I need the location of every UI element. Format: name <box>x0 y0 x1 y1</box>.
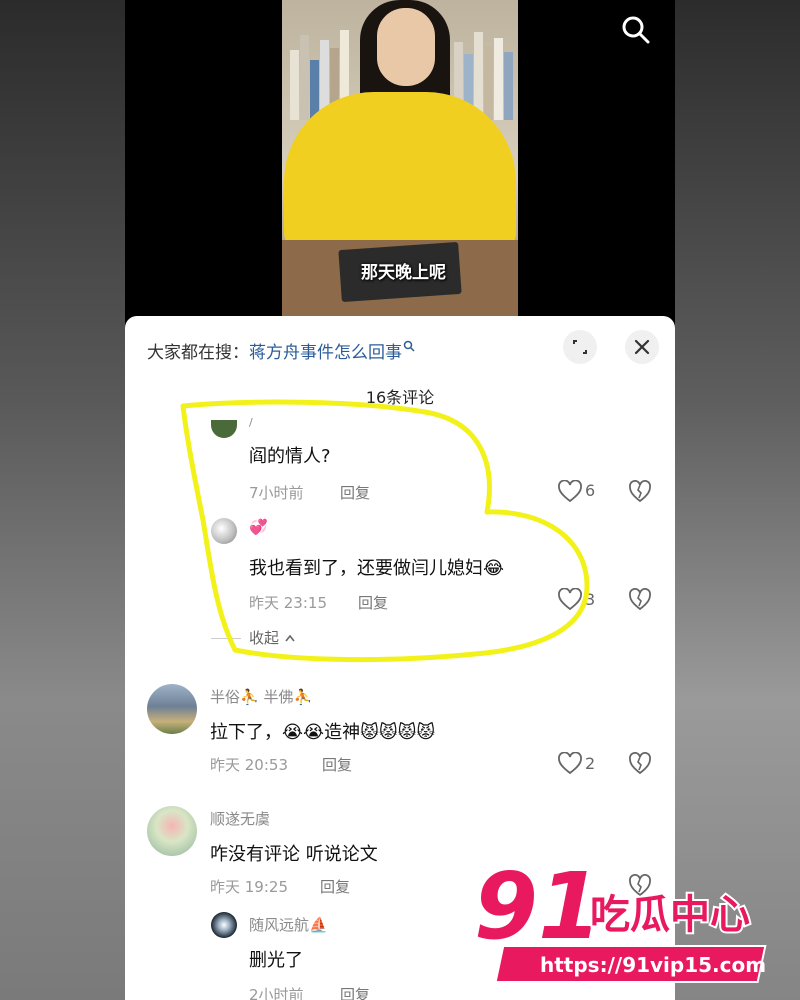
comment-time: 7小时前 <box>249 484 304 502</box>
reply-button[interactable]: 回复 <box>320 876 350 897</box>
search-button[interactable] <box>620 14 652 46</box>
close-button[interactable] <box>625 330 659 364</box>
phone-screen: 那天晚上呢 大家都在搜：蒋方舟事件怎么回事 16条评论 / 阎的情人? 7小时前… <box>125 0 675 1000</box>
collapse-replies-button[interactable]: 收起 <box>249 627 296 648</box>
like-count: 2 <box>585 754 596 773</box>
avatar[interactable] <box>211 518 237 544</box>
search-icon <box>622 16 650 44</box>
comment-author[interactable]: 半俗⛹ 半佛⛹ <box>210 686 312 707</box>
watermark-brand: 吃瓜中心 <box>590 892 750 938</box>
comment-time: 2小时前 <box>249 986 304 1000</box>
broken-heart-icon[interactable] <box>628 588 652 612</box>
heart-icon[interactable] <box>557 480 583 504</box>
reply-button[interactable]: 回复 <box>322 754 352 775</box>
trending-search-bar[interactable]: 大家都在搜：蒋方舟事件怎么回事 <box>147 338 415 363</box>
expand-icon <box>573 340 587 354</box>
chevron-up-icon <box>285 634 295 642</box>
watermark-url: https://91vip15.com <box>540 953 766 977</box>
comment-time: 昨天 19:25 <box>210 878 288 896</box>
reply-button[interactable]: 回复 <box>358 592 388 613</box>
trending-search-prefix: 大家都在搜： <box>147 343 249 363</box>
background-left <box>0 0 125 1000</box>
like-count: 6 <box>585 481 596 500</box>
comment-text[interactable]: 阎的情人? <box>249 442 331 468</box>
site-watermark: 91 吃瓜中心 https://91vip15.com <box>470 851 790 988</box>
expand-button[interactable] <box>563 330 597 364</box>
trending-search-link[interactable]: 蒋方舟事件怎么回事 <box>249 343 402 363</box>
comment-text[interactable]: 我也看到了，还要做闫儿媳妇😂 <box>249 554 504 580</box>
close-icon <box>634 339 650 355</box>
comment-author[interactable]: / <box>249 416 253 429</box>
reply-button[interactable]: 回复 <box>340 482 370 503</box>
avatar[interactable] <box>147 684 197 734</box>
comment-text[interactable]: 删光了 <box>249 946 303 972</box>
video-caption: 那天晚上呢 <box>361 263 446 283</box>
broken-heart-icon[interactable] <box>628 752 652 776</box>
avatar[interactable] <box>211 420 237 438</box>
collapse-label: 收起 <box>249 629 280 647</box>
person-face <box>377 8 435 86</box>
comment-text[interactable]: 咋没有评论 听说论文 <box>210 840 378 866</box>
avatar[interactable] <box>211 912 237 938</box>
comment-time: 昨天 20:53 <box>210 756 288 774</box>
avatar[interactable] <box>147 806 197 856</box>
broken-heart-icon[interactable] <box>628 480 652 504</box>
heart-icon[interactable] <box>557 752 583 776</box>
person-sweater <box>284 92 516 252</box>
comment-author[interactable]: 顺遂无虞 <box>210 808 270 829</box>
comment-author[interactable]: 随风远航⛵ <box>249 914 328 935</box>
collapse-divider <box>211 638 241 639</box>
heart-icon[interactable] <box>557 588 583 612</box>
comment-author[interactable]: 💞 <box>249 518 268 536</box>
small-search-icon <box>403 340 415 352</box>
comment-time: 昨天 23:15 <box>249 594 327 612</box>
comment-count: 16条评论 <box>365 388 435 407</box>
video-player[interactable]: 那天晚上呢 <box>125 0 675 320</box>
reply-button[interactable]: 回复 <box>340 984 370 1000</box>
comment-text[interactable]: 拉下了，😭😭造神😾😾😾😾 <box>210 718 435 744</box>
background-right <box>675 0 800 1000</box>
watermark-number: 91 <box>474 858 602 960</box>
like-count: 3 <box>585 590 596 609</box>
